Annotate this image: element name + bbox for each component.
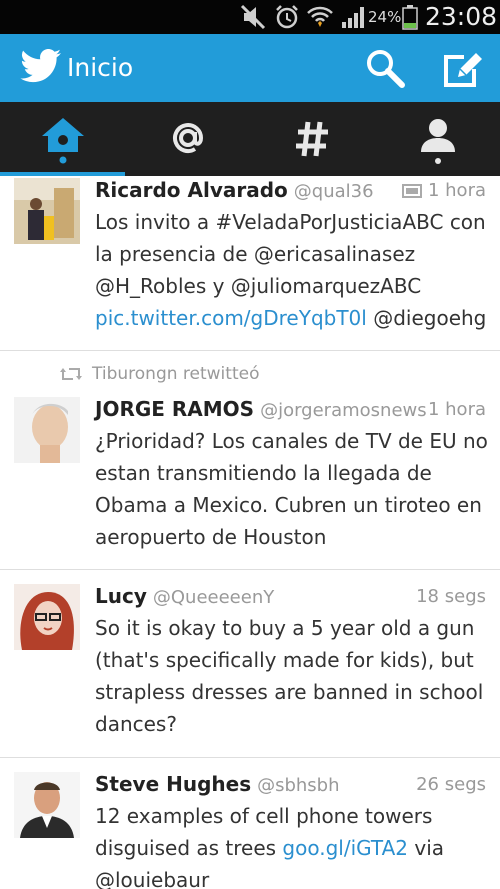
timeline[interactable]: Ricardo Alvarado @qual36 1 hora Los invit… [0,176,500,889]
avatar-photo [14,772,80,838]
tweet-link[interactable]: goo.gl/iGTA2 [282,836,408,860]
tweet-handle: @QueeeeenY [152,587,275,608]
signal-icon [342,7,364,28]
tweet-time: 26 segs [416,774,486,795]
avatar[interactable] [14,397,80,463]
home-icon [42,118,84,164]
twitter-bird-icon [20,49,61,83]
page-title: Inicio [67,53,134,82]
search-icon[interactable] [364,47,406,89]
tweet-time: 18 segs [416,586,486,607]
avatar-photo [14,178,80,244]
at-icon [173,123,204,153]
avatar-photo [14,584,80,650]
tweet-text: ¿Prioridad? Los canales de TV de EU no e… [95,429,488,549]
tweet[interactable]: Lucy @QueeeeenY 18 segs So it is okay to … [0,570,500,758]
tweet-link[interactable]: pic.twitter.com/gDreYqbT0l [95,306,367,330]
tab-home[interactable] [0,102,125,176]
tab-mentions[interactable] [125,102,250,176]
tweet-author[interactable]: Lucy @QueeeeenY [95,584,274,608]
tweet-time: 1 hora [427,399,486,420]
tweet[interactable]: Tiburongn retwitteó JORGE RAMOS @jorgeram… [0,351,500,570]
tweet-handle: @sbhsbh [257,775,340,796]
photo-icon [401,184,422,198]
battery-percent: 24% [368,8,402,26]
avatar[interactable] [14,178,80,244]
alarm-icon [276,5,298,29]
tweet-text: Los invito a #VeladaPorJusticiaABC con l… [95,210,487,330]
action-bar: Inicio [0,34,500,102]
avatar[interactable] [14,772,80,838]
tweet-text: So it is okay to buy a 5 year old a gun … [95,616,484,736]
tweet-handle: @jorgeramosnews [260,400,427,421]
tab-me[interactable] [375,102,500,176]
avatar[interactable] [14,584,80,650]
clock: 23:08 [425,2,498,31]
tab-bar [0,102,500,176]
wifi-icon [307,6,333,27]
compose-icon[interactable] [438,47,482,89]
tweet-text: 12 examples of cell phone towers disguis… [95,804,445,889]
tweet-time: 1 hora [401,180,486,201]
retweet-indicator: Tiburongn retwitteó [60,364,259,384]
avatar-photo [14,397,80,463]
tweet-handle: @qual36 [293,181,374,202]
person-icon [421,119,455,164]
tweet-author[interactable]: Ricardo Alvarado @qual36 [95,178,374,202]
tweet-author[interactable]: Steve Hughes @sbhsbh [95,772,340,796]
tab-discover[interactable] [250,102,375,176]
battery-icon [402,5,418,30]
mute-icon [240,4,266,30]
tweet[interactable]: Ricardo Alvarado @qual36 1 hora Los invit… [0,176,500,351]
tweet-author[interactable]: JORGE RAMOS @jorgeramosnews [95,397,427,421]
hashtag-icon [296,121,328,157]
retweet-icon [60,368,82,380]
tweet[interactable]: Steve Hughes @sbhsbh 26 segs 12 examples … [0,758,500,889]
status-bar: 24% 23:08 [0,0,500,34]
